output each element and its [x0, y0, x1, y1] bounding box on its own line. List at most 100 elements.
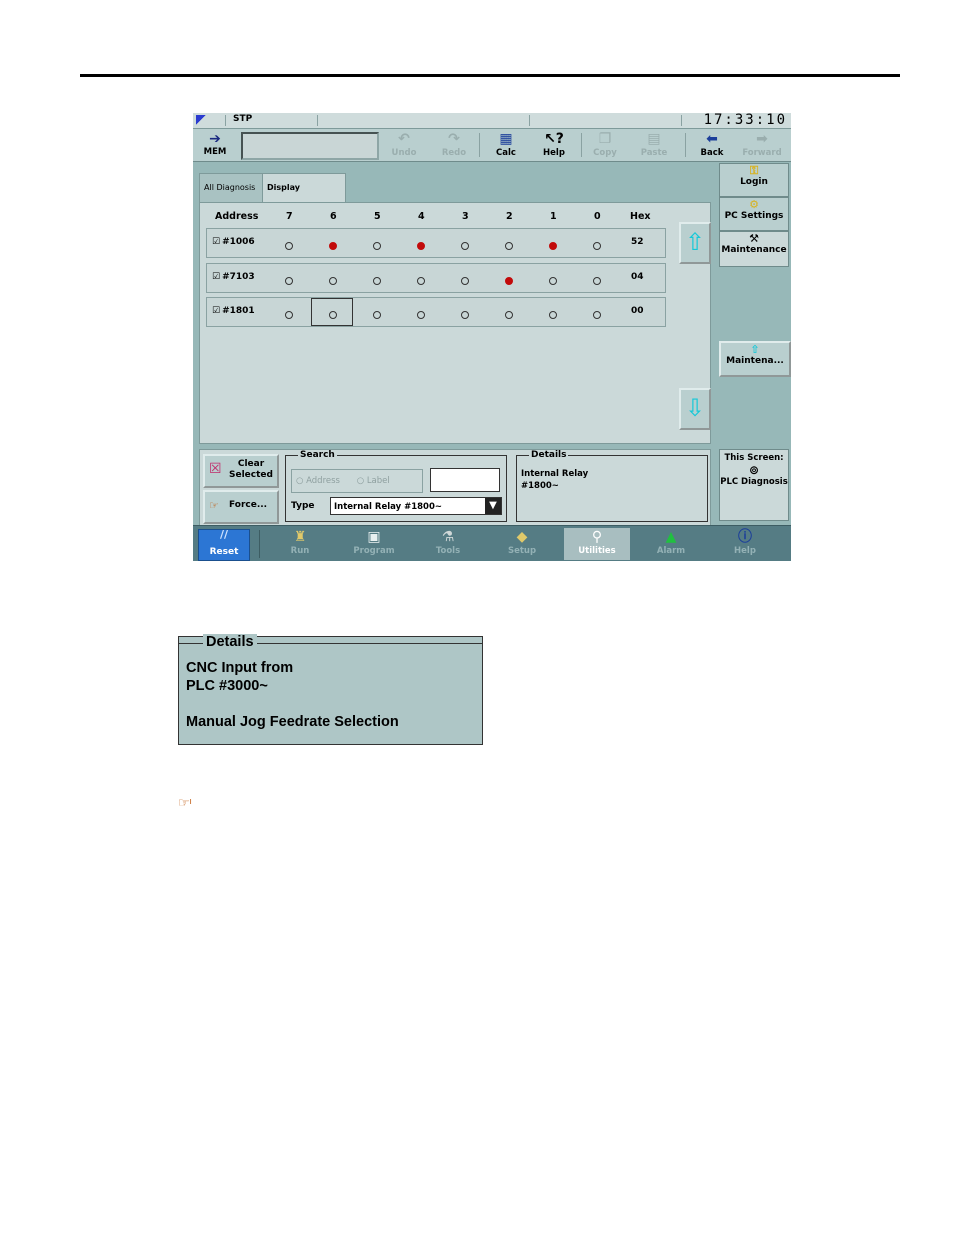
main-nav-bar: Reset ♜Run ▣Program ⚗Tools ◆Setup ⚲Utili…: [193, 525, 791, 561]
tab-display-selected[interactable]: Display Selected: [262, 173, 346, 220]
nav-tools-label: Tools: [435, 546, 461, 556]
nav-alarm[interactable]: ▲ Alarm: [638, 528, 704, 560]
forward-label: Forward: [742, 148, 782, 158]
bit-header: 4: [418, 211, 425, 222]
toolbar: ➔ MEM ↶ Undo ↷ Redo ▦ Calc ↖? Help ❐ Cop…: [193, 129, 791, 162]
bit-off-indicator[interactable]: [373, 311, 381, 319]
bit-off-indicator[interactable]: [461, 277, 469, 285]
bit-off-indicator[interactable]: [593, 277, 601, 285]
calc-button[interactable]: ▦ Calc: [483, 130, 529, 160]
radio-label[interactable]: ○ Label: [357, 476, 390, 486]
bit-off-indicator[interactable]: [461, 242, 469, 250]
search-legend: Search: [300, 450, 335, 460]
bit-off-indicator[interactable]: [461, 311, 469, 319]
bit-grid-panel: Address 7 6 5 4 3 2 1 0 Hex ☑ #1006 52 ☑ #…: [199, 202, 711, 444]
type-select[interactable]: Internal Relay #1800~ ▼: [330, 497, 502, 515]
nav-program[interactable]: ▣ Program: [341, 528, 407, 560]
command-input[interactable]: [241, 132, 379, 160]
nav-help[interactable]: ⓘ Help: [712, 528, 778, 560]
copy-label: Copy: [593, 148, 617, 158]
bit-off-indicator[interactable]: [285, 277, 293, 285]
plc-diagnosis-screen: STP 17:33:10 ➔ MEM ↶ Undo ↷ Redo ▦ Calc …: [193, 113, 791, 561]
maintenance-menu-button[interactable]: ⇧ Maintena...: [719, 341, 791, 377]
status-separator: [529, 115, 530, 126]
force-button[interactable]: ☞ Force...: [203, 490, 279, 524]
table-row[interactable]: ☑ #1801 00: [206, 297, 666, 327]
bit-off-indicator[interactable]: [417, 311, 425, 319]
bit-off-indicator[interactable]: [329, 277, 337, 285]
clear-selected-button[interactable]: ☒ Clear Selected: [203, 454, 279, 488]
maintenance-tab[interactable]: ⚒ Maintenance: [719, 231, 789, 267]
bit-off-indicator[interactable]: [593, 242, 601, 250]
bit-off-indicator[interactable]: [285, 311, 293, 319]
table-row[interactable]: ☑ #1006 52: [206, 228, 666, 258]
bit-header: 3: [462, 211, 469, 222]
redo-button[interactable]: ↷ Redo: [431, 130, 477, 160]
login-button[interactable]: ⚿ Login: [719, 163, 789, 197]
checkbox-icon[interactable]: ☑: [212, 306, 220, 316]
nav-utilities[interactable]: ⚲ Utilities: [564, 528, 630, 560]
bit-off-indicator[interactable]: [593, 311, 601, 319]
bit-header: 7: [286, 211, 293, 222]
toolbar-separator: [685, 133, 686, 157]
nav-tools[interactable]: ⚗ Tools: [415, 528, 481, 560]
row-address[interactable]: ☑ #7103: [212, 272, 255, 282]
nav-utilities-label: Utilities: [578, 546, 616, 556]
details-example-text: CNC Input from PLC #3000~ Manual Jog Fee…: [186, 660, 399, 730]
bit-off-indicator[interactable]: [285, 242, 293, 250]
forward-arrow-icon: ➡: [756, 131, 768, 147]
copy-button[interactable]: ❐ Copy: [582, 130, 628, 160]
chevron-down-icon[interactable]: ▼: [485, 498, 501, 514]
paste-label: Paste: [640, 148, 668, 158]
paste-button[interactable]: ▤ Paste: [631, 130, 677, 160]
maintenance-icon: ⚒: [749, 232, 759, 245]
bit-off-indicator[interactable]: [549, 277, 557, 285]
reset-button[interactable]: Reset: [198, 526, 250, 561]
scroll-up-button[interactable]: ⇧: [679, 222, 711, 264]
scroll-down-button[interactable]: ⇩: [679, 388, 711, 430]
radio-label-label: Label: [366, 476, 390, 486]
row-address[interactable]: ☑ #1801: [212, 306, 255, 316]
bit-off-indicator[interactable]: [373, 277, 381, 285]
checkbox-icon[interactable]: ☑: [212, 237, 220, 247]
bit-header: 5: [374, 211, 381, 222]
back-button[interactable]: ⬅ Back: [689, 130, 735, 160]
help-button[interactable]: ↖? Help: [531, 130, 577, 160]
bit-off-indicator[interactable]: [505, 242, 513, 250]
nav-run[interactable]: ♜ Run: [267, 528, 333, 560]
mem-label: MEM: [203, 147, 227, 157]
copy-icon: ❐: [598, 131, 612, 147]
nav-alarm-label: Alarm: [656, 546, 686, 556]
type-label: Type: [291, 501, 315, 511]
bit-off-indicator[interactable]: [373, 242, 381, 250]
bit-off-indicator[interactable]: [417, 277, 425, 285]
tab-all-diagnosis[interactable]: All Diagnosis: [199, 173, 264, 202]
hand-pointer-icon: ☞: [209, 499, 219, 512]
address-label: #7103: [222, 272, 255, 282]
undo-button[interactable]: ↶ Undo: [381, 130, 427, 160]
row-address[interactable]: ☑ #1006: [212, 237, 255, 247]
table-row[interactable]: ☑ #7103 04: [206, 263, 666, 293]
bit-off-indicator[interactable]: [549, 311, 557, 319]
pc-settings-icon: ⚙: [749, 198, 759, 211]
undo-label: Undo: [391, 148, 417, 158]
clear-icon: ☒: [209, 461, 222, 477]
search-input[interactable]: [430, 468, 500, 492]
checkbox-icon[interactable]: ☑: [212, 272, 220, 282]
status-separator: [225, 115, 226, 126]
up-arrow-icon: ⇧: [684, 228, 706, 256]
bit-off-indicator[interactable]: [505, 311, 513, 319]
bit-on-indicator[interactable]: [329, 242, 337, 250]
bit-on-indicator[interactable]: [549, 242, 557, 250]
bit-off-indicator[interactable]: [329, 311, 337, 319]
radio-address[interactable]: ○ Address: [296, 476, 340, 486]
mem-button[interactable]: ➔ MEM: [200, 131, 230, 157]
pc-settings-button[interactable]: ⚙ PC Settings: [719, 197, 789, 231]
bit-on-indicator[interactable]: [505, 277, 513, 285]
nav-setup[interactable]: ◆ Setup: [489, 528, 555, 560]
pc-settings-label: PC Settings: [724, 211, 784, 221]
bit-on-indicator[interactable]: [417, 242, 425, 250]
forward-button[interactable]: ➡ Forward: [739, 130, 785, 160]
back-arrow-icon: ⬅: [706, 131, 718, 147]
program-icon: ▣: [367, 529, 381, 545]
